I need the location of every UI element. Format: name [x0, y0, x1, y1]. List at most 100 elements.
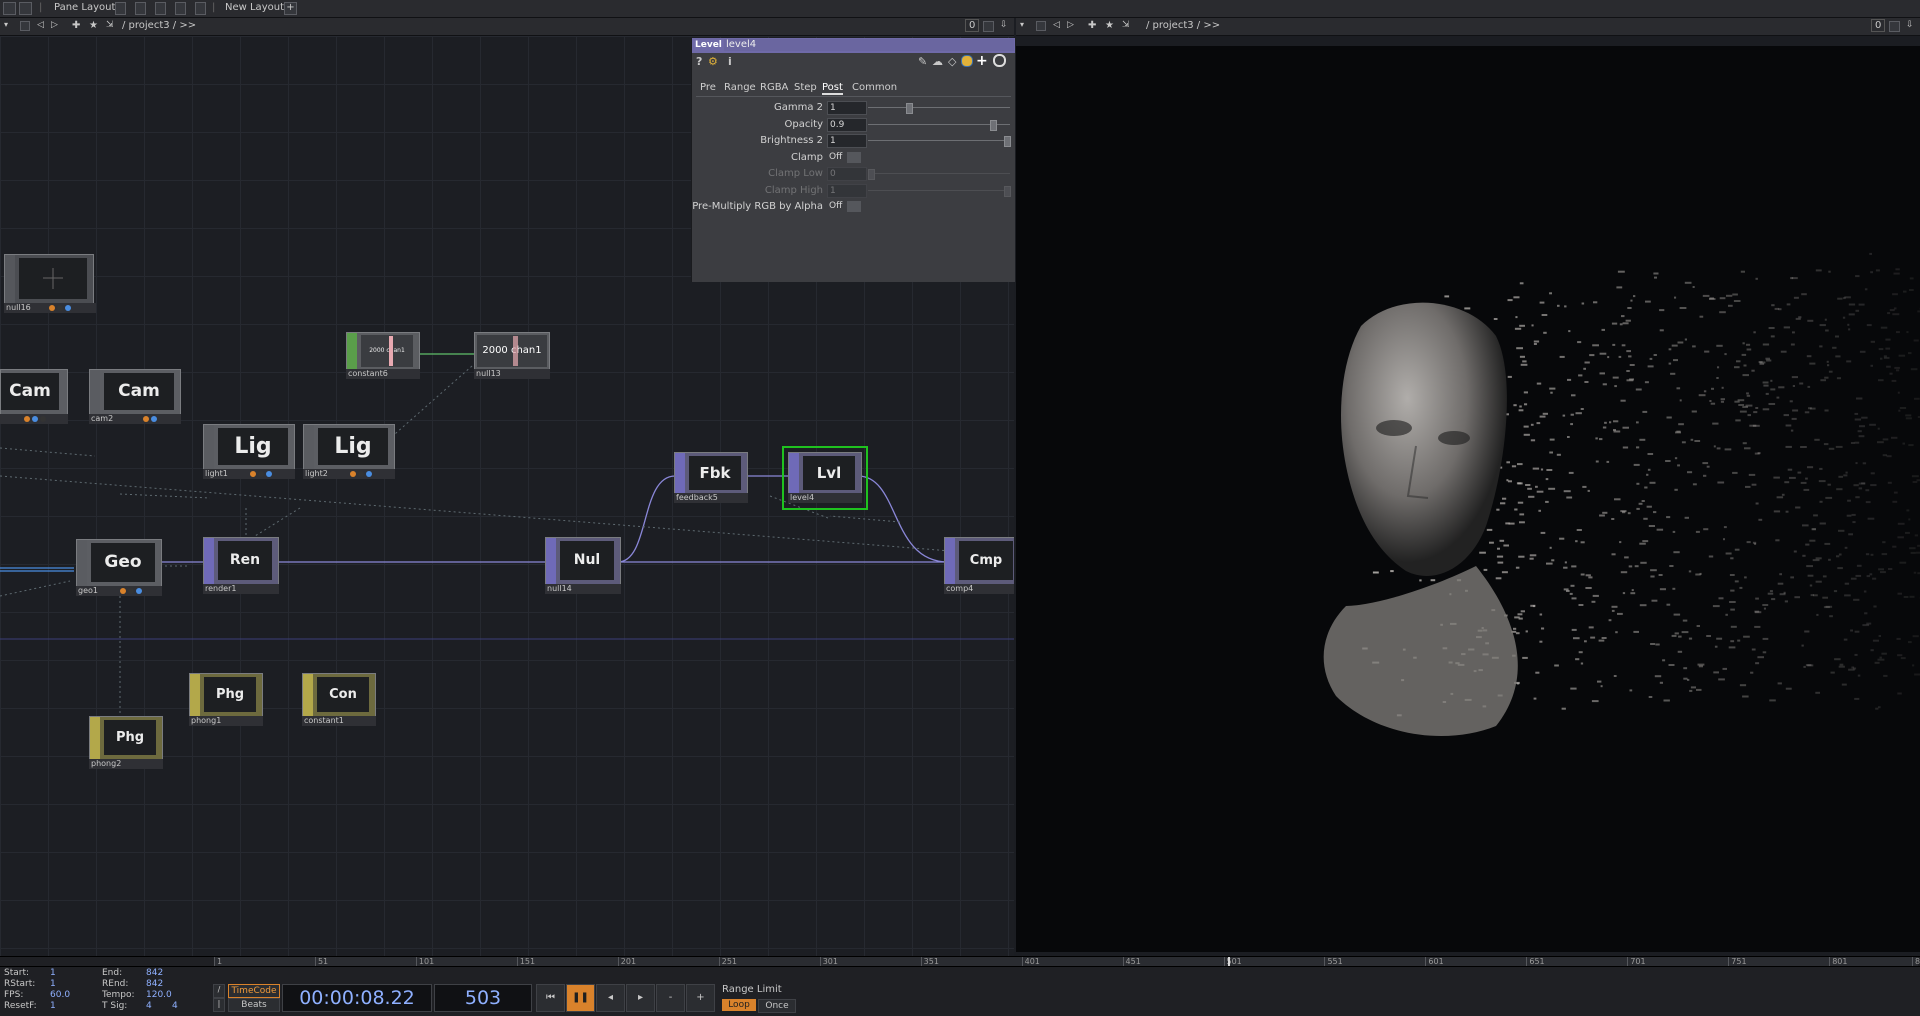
pane-menu-icon[interactable]: ▾	[4, 20, 8, 29]
param-slider-handle[interactable]	[1004, 186, 1011, 197]
node-null14[interactable]: Nul null14	[545, 537, 623, 597]
node-null13[interactable]: 2000 chan1 null13	[474, 332, 550, 380]
back-icon[interactable]: ◁	[37, 20, 44, 30]
info-icon[interactable]: i	[728, 55, 732, 68]
bookmark-icon[interactable]: ★	[1105, 20, 1114, 31]
edit-icon[interactable]: ✎	[918, 55, 927, 68]
param-toggle[interactable]: Off	[827, 200, 843, 212]
op-name-field[interactable]: level4	[724, 39, 1014, 51]
timecode-button[interactable]: TimeCode	[228, 984, 280, 998]
frame-display[interactable]: 503	[434, 984, 532, 1012]
split-icon[interactable]: ⇩	[1906, 20, 1914, 30]
param-value-field[interactable]: 0.9	[827, 118, 867, 132]
tab-pre[interactable]: Pre	[700, 82, 716, 93]
node-render1[interactable]: Ren render1	[203, 537, 281, 597]
rewind-icon[interactable]: ⏮	[536, 984, 565, 1012]
end-value[interactable]: 842	[146, 968, 163, 978]
param-slider-track[interactable]	[868, 124, 1010, 125]
home-icon[interactable]	[19, 2, 32, 15]
home-network-icon[interactable]: ✚	[72, 20, 80, 31]
param-slider-track[interactable]	[868, 107, 1010, 108]
toggle-switch[interactable]	[847, 201, 861, 212]
window-icon[interactable]	[3, 2, 16, 15]
node-level4[interactable]: Lvl level4	[782, 446, 868, 510]
node-phong2[interactable]: Phg phong2	[89, 716, 165, 770]
start-value[interactable]: 1	[50, 968, 56, 978]
node-comp4[interactable]: Cmp comp4	[944, 537, 1014, 597]
minus-button[interactable]: -	[656, 984, 685, 1012]
layout-split-vertical-icon[interactable]	[135, 2, 146, 15]
network-path[interactable]: / project3 / >>	[122, 20, 196, 31]
help-icon[interactable]: ?	[696, 55, 702, 68]
node-constant6[interactable]: 2000 chan1 constant6	[346, 332, 420, 380]
tab-range[interactable]: Range	[724, 82, 756, 93]
param-slider-track[interactable]	[868, 140, 1010, 141]
once-button[interactable]: Once	[758, 999, 796, 1013]
forward-icon[interactable]: ▷	[51, 20, 58, 30]
maximize-icon[interactable]	[1889, 21, 1900, 32]
target-icon[interactable]	[993, 54, 1006, 67]
param-slider-handle[interactable]	[868, 169, 875, 180]
tab-common[interactable]: Common	[852, 82, 897, 93]
bar-icon[interactable]: |	[213, 998, 225, 1012]
pane-type-icon[interactable]	[20, 21, 30, 31]
param-slider-handle[interactable]	[990, 120, 997, 131]
viewer-path[interactable]: / project3 / >>	[1146, 20, 1220, 31]
loop-button[interactable]: Loop	[722, 999, 756, 1011]
layout-three-icon[interactable]	[175, 2, 186, 15]
tsig-numerator[interactable]: 4	[146, 1001, 152, 1011]
tag-icon[interactable]: ◇	[948, 55, 956, 68]
tsig-denominator[interactable]: 4	[172, 1001, 178, 1011]
param-slider-handle[interactable]	[1004, 136, 1011, 147]
pane-layout-label[interactable]: Pane Layout	[54, 2, 115, 13]
add-layout-button[interactable]: +	[284, 2, 297, 15]
rend-value[interactable]: 842	[146, 979, 163, 989]
timecode-display[interactable]: 00:00:08.22	[282, 984, 432, 1012]
layout-single-icon[interactable]	[115, 2, 126, 15]
pane-menu-icon[interactable]: ▾	[1020, 20, 1024, 29]
param-slider-track[interactable]	[868, 190, 1010, 191]
beats-button[interactable]: Beats	[228, 998, 280, 1012]
node-geo1[interactable]: Geo geo1	[76, 539, 162, 597]
node-phong1[interactable]: Phg phong1	[189, 673, 265, 727]
bookmark-icon[interactable]: ★	[89, 20, 98, 31]
fps-value[interactable]: 60.0	[50, 990, 70, 1000]
python-icon[interactable]	[961, 55, 973, 67]
toggle-switch[interactable]	[847, 152, 861, 163]
node-cam1[interactable]: Cam	[0, 369, 68, 425]
add-icon[interactable]: +	[976, 53, 988, 69]
resetf-value[interactable]: 1	[50, 1001, 56, 1011]
plus-button[interactable]: +	[686, 984, 715, 1012]
pause-icon[interactable]: ❚❚	[566, 984, 595, 1012]
link-icon[interactable]: ⇲	[1122, 20, 1130, 30]
param-value-field[interactable]: 1	[827, 101, 867, 115]
comment-icon[interactable]: ☁	[932, 55, 943, 68]
tab-post[interactable]: Post	[822, 82, 843, 95]
node-constant1[interactable]: Con constant1	[302, 673, 378, 727]
tab-rgba[interactable]: RGBA	[760, 82, 788, 93]
param-value-field[interactable]: 0	[827, 167, 867, 181]
node-null16[interactable]: null16	[4, 254, 94, 314]
tab-step[interactable]: Step	[794, 82, 817, 93]
link-icon[interactable]: ⇲	[106, 20, 114, 30]
pane-type-icon[interactable]	[1036, 21, 1046, 31]
python-help-icon[interactable]: ⚙	[708, 55, 718, 68]
forward-icon[interactable]: ▷	[1067, 20, 1074, 30]
split-icon[interactable]: ⇩	[1000, 20, 1008, 30]
param-toggle[interactable]: Off	[827, 151, 843, 163]
render-viewer[interactable]	[1016, 46, 1920, 952]
param-value-field[interactable]: 1	[827, 134, 867, 148]
tempo-value[interactable]: 120.0	[146, 990, 172, 1000]
step-back-icon[interactable]: ◂	[596, 984, 625, 1012]
home-network-icon[interactable]: ✚	[1088, 20, 1096, 31]
step-forward-icon[interactable]: ▸	[626, 984, 655, 1012]
node-cam2[interactable]: Cam cam2	[89, 369, 181, 425]
rstart-value[interactable]: 1	[50, 979, 56, 989]
node-light1[interactable]: Lig light1	[203, 424, 295, 480]
node-light2[interactable]: Lig light2	[303, 424, 395, 480]
layout-four-icon[interactable]	[195, 2, 206, 15]
maximize-icon[interactable]	[983, 21, 994, 32]
param-value-field[interactable]: 1	[827, 184, 867, 198]
param-slider-handle[interactable]	[906, 103, 913, 114]
back-icon[interactable]: ◁	[1053, 20, 1060, 30]
